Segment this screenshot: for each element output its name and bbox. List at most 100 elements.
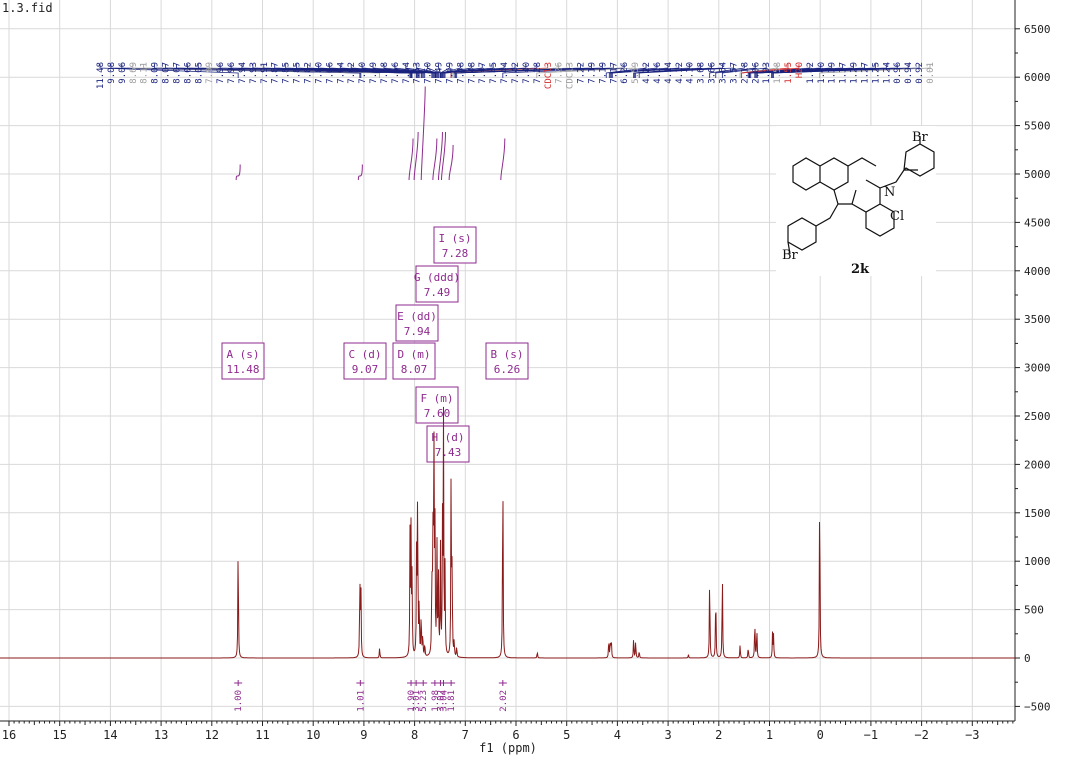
y-tick-label: 3000	[1024, 362, 1051, 375]
multiplet-shift: 11.48	[226, 363, 259, 376]
peak-label: 7.40	[522, 62, 532, 84]
y-tick-label: 2000	[1024, 458, 1051, 471]
peak-label: 7.48	[467, 62, 477, 84]
y-tick-label: 1000	[1024, 555, 1051, 568]
y-tick-label: 2500	[1024, 410, 1051, 423]
x-tick-label: 5	[563, 728, 570, 742]
multiplet-name: C (d)	[348, 348, 381, 361]
multiplet-shift: 7.60	[424, 407, 451, 420]
peak-label: 7.80	[314, 62, 324, 84]
peak-label: 8.07	[162, 62, 172, 84]
y-tick-label: 6000	[1024, 71, 1051, 84]
multiplet-box-G: G (ddd) 7.49	[414, 265, 460, 303]
peak-label: 7.42	[511, 62, 521, 84]
peak-label: 7.19	[598, 62, 608, 84]
x-tick-label: 9	[360, 728, 367, 742]
peak-label: 4.16	[653, 62, 663, 84]
peak-label: 7.60	[358, 62, 368, 84]
peak-label: 7.17	[609, 62, 619, 84]
x-tick-label: 2	[715, 728, 722, 742]
integral-value: 5.23	[419, 690, 429, 712]
x-tick-label: 3	[664, 728, 671, 742]
x-tick-label: −2	[914, 728, 928, 742]
multiplet-box-B: B (s) 6.26	[485, 342, 529, 380]
peak-label: 7.96	[216, 62, 226, 84]
peak-label: 1.42	[806, 62, 816, 84]
peak-label: 1.55	[784, 62, 794, 84]
peak-label: 7.87	[271, 62, 281, 84]
peak-label: 1.29	[850, 62, 860, 84]
multiplet-name: I (s)	[438, 232, 471, 245]
file-title: 1.3.fid	[2, 1, 53, 15]
y-tick-label: 4000	[1024, 265, 1051, 278]
peak-label: 7.64	[336, 62, 346, 84]
structure-atom-label: Br	[782, 248, 799, 263]
multiplet-box-C: C (d) 9.07	[343, 342, 387, 380]
peak-label: 4.14	[664, 62, 674, 84]
x-tick-label: 8	[411, 728, 418, 742]
compound-label: 2k	[851, 262, 870, 277]
multiplet-name: H (d)	[431, 431, 464, 444]
peak-label: 4.12	[675, 62, 685, 84]
y-tick-label: 5500	[1024, 120, 1051, 133]
peak-label: 1.27	[860, 62, 870, 84]
peak-label: 7.99	[205, 62, 215, 84]
multiplet-box-D: D (m) 8.07	[392, 342, 436, 380]
peak-label: CDCl3	[544, 62, 554, 89]
x-tick-label: −1	[864, 728, 878, 742]
multiplet-box-H: H (d) 7.43	[426, 425, 470, 463]
x-tick-label: 1	[766, 728, 773, 742]
structure-atom-label: N	[884, 185, 895, 200]
peak-label: 8.06	[183, 62, 193, 84]
integral-value: 1.81	[447, 690, 457, 712]
peak-label: 1.24	[882, 62, 892, 84]
peak-label: 7.28	[533, 62, 543, 84]
peak-label: 11.48	[96, 62, 106, 89]
multiplet-shift: 8.07	[401, 363, 428, 376]
multiplet-shift: 7.28	[442, 247, 469, 260]
multiplet-shift: 9.07	[352, 363, 379, 376]
peak-label: 7.59	[369, 62, 379, 84]
peak-label: 3.64	[719, 62, 729, 84]
peak-label: 8.07	[172, 62, 182, 84]
x-tick-label: 15	[52, 728, 66, 742]
x-tick-label: 12	[205, 728, 219, 742]
peak-label: 7.93	[249, 62, 259, 84]
peak-label: 1.37	[839, 62, 849, 84]
multiplet-shift: 7.94	[404, 325, 431, 338]
peak-label: 4.22	[642, 62, 652, 84]
y-tick-label: 3500	[1024, 313, 1051, 326]
x-axis-label: f1 (ppm)	[479, 741, 537, 755]
multiplet-shift: 7.49	[424, 286, 451, 299]
peak-label: 7.50	[424, 62, 434, 84]
multiplet-box-E: E (dd) 7.94	[395, 304, 439, 342]
peak-label: 7.94	[238, 62, 248, 84]
peak-label: 7.82	[304, 62, 314, 84]
peak-label: 8.11	[140, 62, 150, 84]
peak-label: 3.68	[697, 62, 707, 84]
peak-label: 7.58	[380, 62, 390, 84]
x-tick-label: −3	[965, 728, 979, 742]
peak-label: 7.48	[456, 62, 466, 84]
x-tick-label: 7	[462, 728, 469, 742]
peak-label: 1.39	[828, 62, 838, 84]
peak-label: 7.22	[577, 62, 587, 84]
integral-value: 2.02	[499, 690, 509, 712]
y-tick-label: 6500	[1024, 23, 1051, 36]
peak-label: 8.09	[151, 62, 161, 84]
x-tick-label: 0	[817, 728, 824, 742]
multiplet-name: G (ddd)	[414, 271, 460, 284]
x-tick-label: 11	[255, 728, 269, 742]
chemical-structure: Br N Cl Br 2k	[776, 126, 936, 277]
x-tick-label: 4	[614, 728, 621, 742]
peak-label: 9.08	[107, 62, 117, 84]
multiplet-name: B (s)	[490, 348, 523, 361]
peak-label: 7.45	[489, 62, 499, 84]
peak-label: 0.92	[915, 62, 925, 84]
peak-label: 7.19	[587, 62, 597, 84]
peak-label: 3.57	[729, 62, 739, 84]
x-tick-label: 6	[512, 728, 519, 742]
x-tick-label: 16	[2, 728, 16, 742]
y-tick-label: 4500	[1024, 216, 1051, 229]
multiplet-name: A (s)	[226, 348, 259, 361]
